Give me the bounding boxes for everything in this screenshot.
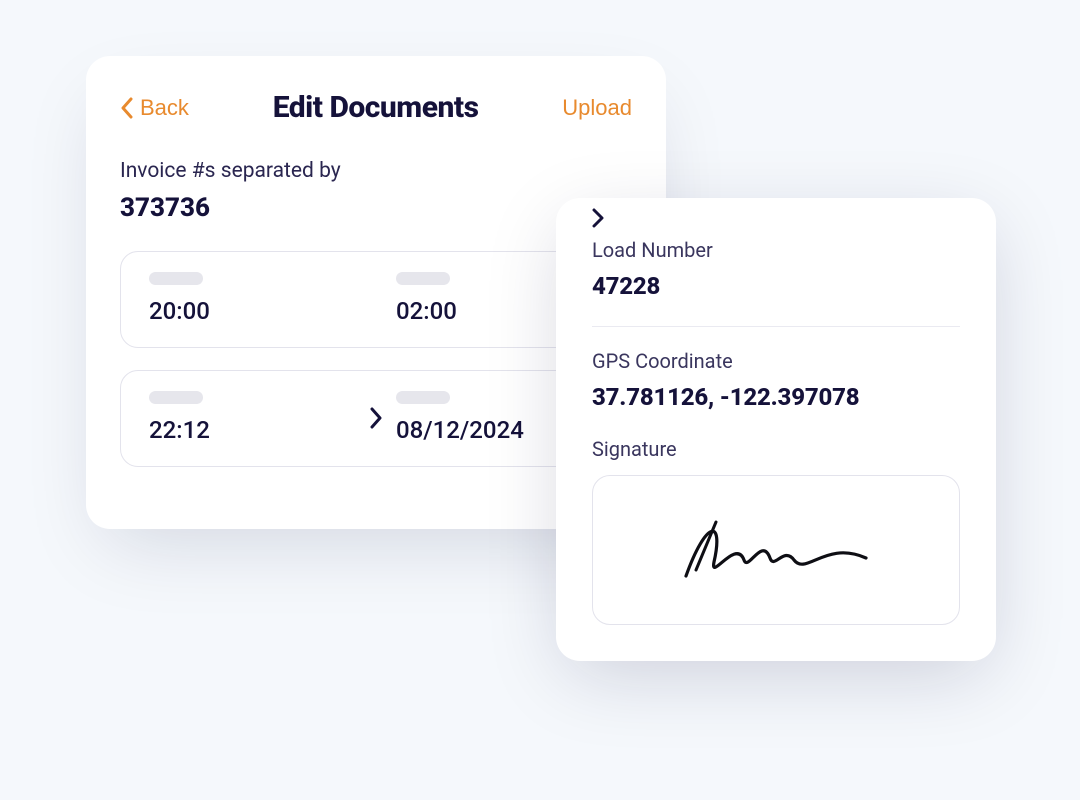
signature-box[interactable] — [592, 475, 960, 625]
placeholder-bar — [396, 391, 450, 404]
chevron-left-icon — [120, 97, 134, 119]
divider — [592, 326, 960, 327]
placeholder-bar — [396, 272, 450, 285]
time-start-cell: 20:00 — [149, 272, 356, 325]
time-value: 22:12 — [149, 416, 356, 444]
load-number-block: Load Number 47228 — [592, 238, 960, 300]
edit-card-header: Back Edit Documents Upload — [120, 90, 632, 125]
upload-button[interactable]: Upload — [562, 95, 632, 121]
gps-block: GPS Coordinate 37.781126, -122.397078 — [592, 349, 960, 411]
app-stage: Back Edit Documents Upload Invoice #s se… — [0, 0, 1080, 800]
time-cell: 22:12 — [149, 391, 356, 444]
load-details-card: Load Number 47228 GPS Coordinate 37.7811… — [556, 198, 996, 661]
chevron-right-icon — [592, 208, 604, 232]
signature-icon — [666, 510, 886, 590]
signature-label: Signature — [592, 437, 960, 461]
chevron-right-icon — [356, 391, 396, 444]
load-number-label: Load Number — [592, 238, 960, 262]
placeholder-bar — [149, 272, 203, 285]
placeholder-bar — [149, 391, 203, 404]
gps-value: 37.781126, -122.397078 — [592, 383, 960, 411]
invoice-label: Invoice #s separated by — [120, 159, 632, 183]
back-label: Back — [140, 95, 189, 121]
back-button[interactable]: Back — [120, 95, 189, 121]
time-start-value: 20:00 — [149, 297, 356, 325]
page-title: Edit Documents — [273, 90, 479, 125]
load-number-value: 47228 — [592, 272, 960, 300]
gps-label: GPS Coordinate — [592, 349, 960, 373]
